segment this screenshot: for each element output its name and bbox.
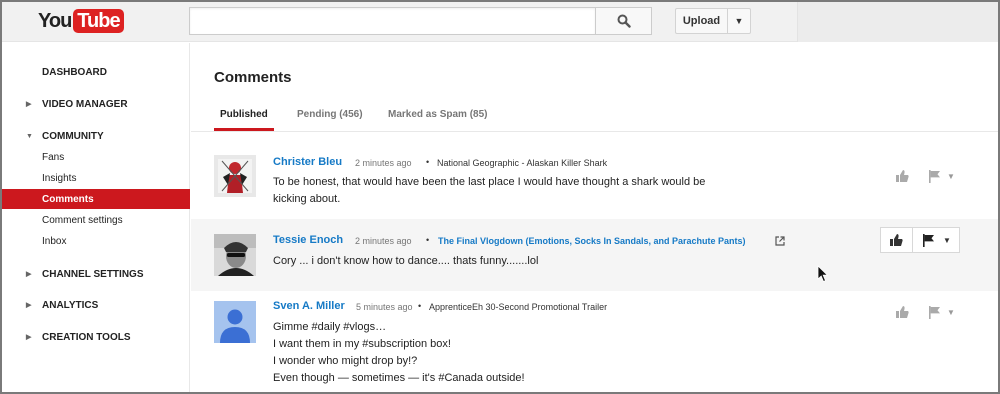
chevron-down-icon: ▼: [26, 132, 33, 140]
comment-timestamp[interactable]: 2 minutes ago: [355, 158, 412, 168]
chevron-down-icon: ▼: [734, 16, 744, 26]
tab-published[interactable]: Published: [220, 109, 268, 120]
comment-actions: ▼: [891, 165, 955, 187]
sidebar-section-channel-settings[interactable]: ▶ CHANNEL SETTINGS: [2, 264, 190, 284]
flag-icon: [922, 233, 934, 247]
avatar-image: [214, 155, 256, 197]
thumbs-up-icon: [895, 170, 909, 182]
sidebar-section-video-manager[interactable]: ▶ VIDEO MANAGER: [2, 94, 190, 114]
browser-frame: You Tube Upload ▼ DASHBOARD ▶ VIDEO MANA…: [0, 0, 1000, 394]
comment-row-hovered: Tessie Enoch 2 minutes ago • The Final V…: [191, 219, 836, 291]
flag-icon: [928, 305, 940, 319]
sidebar-item-fans[interactable]: Fans: [2, 147, 190, 167]
comment-author-link[interactable]: Christer Bleu: [273, 156, 342, 168]
separator-dot: •: [426, 235, 430, 245]
separator-dot: •: [426, 157, 430, 167]
avatar-image: [214, 234, 256, 276]
separator-dot: •: [418, 301, 422, 311]
sidebar-item-insights[interactable]: Insights: [2, 168, 190, 188]
comment-actions: ▼: [891, 301, 955, 323]
search-button[interactable]: [595, 7, 652, 35]
default-avatar-image: [214, 301, 256, 343]
comment-row: Sven A. Miller 5 minutes ago • Apprentic…: [191, 291, 998, 392]
page-title: Comments: [214, 69, 292, 86]
sidebar-section-label: DASHBOARD: [42, 66, 107, 78]
chevron-right-icon: ▶: [26, 334, 32, 341]
flag-button[interactable]: [913, 228, 943, 252]
external-link-icon[interactable]: [775, 236, 785, 246]
logo-tube-text: Tube: [73, 9, 124, 33]
sidebar-section-label: CHANNEL SETTINGS: [42, 268, 144, 280]
masthead: You Tube Upload ▼: [2, 2, 998, 42]
like-button[interactable]: [891, 165, 913, 187]
sidebar-section-label: COMMUNITY: [42, 130, 104, 142]
like-button[interactable]: [891, 301, 913, 323]
avatar[interactable]: [214, 155, 256, 197]
thumbs-up-icon: [895, 306, 909, 318]
like-button[interactable]: [881, 228, 913, 252]
comment-actions-hover-area: ▼: [836, 219, 998, 291]
comment-video-title[interactable]: ApprenticeEh 30-Second Promotional Trail…: [429, 302, 607, 312]
sidebar-item-comments[interactable]: Comments: [2, 189, 190, 209]
comment-text: To be honest, that would have been the l…: [273, 176, 706, 205]
tabs-divider: [191, 131, 998, 132]
tab-pending[interactable]: Pending (456): [297, 109, 363, 120]
cursor-icon: [817, 265, 829, 283]
sidebar-section-dashboard[interactable]: DASHBOARD: [2, 62, 190, 82]
sidebar-item-inbox[interactable]: Inbox: [2, 231, 190, 251]
flag-icon: [928, 169, 940, 183]
comment-text: Cory ... i don't know how to dance.... t…: [273, 255, 539, 267]
logo-you-text: You: [38, 9, 72, 32]
comment-timestamp[interactable]: 5 minutes ago: [356, 302, 413, 312]
comment-video-link[interactable]: The Final Vlogdown (Emotions, Socks In S…: [438, 236, 746, 246]
sidebar-section-label: ANALYTICS: [42, 299, 99, 311]
avatar[interactable]: [214, 301, 256, 343]
comment-video-title[interactable]: National Geographic - Alaskan Killer Sha…: [437, 158, 607, 168]
main-content: Comments Published Pending (456) Marked …: [191, 43, 998, 392]
upload-button[interactable]: Upload: [675, 8, 727, 34]
sidebar: DASHBOARD ▶ VIDEO MANAGER ▼ COMMUNITY Fa…: [2, 43, 190, 392]
youtube-logo[interactable]: You Tube: [38, 9, 124, 33]
search-icon: [617, 14, 631, 28]
chevron-down-icon[interactable]: ▼: [943, 236, 951, 245]
sidebar-item-comment-settings[interactable]: Comment settings: [2, 210, 190, 230]
search-input[interactable]: [189, 7, 596, 35]
chevron-right-icon: ▶: [26, 302, 32, 309]
sidebar-section-label: VIDEO MANAGER: [42, 98, 128, 110]
comment-text: Gimme #daily #vlogs… I want them in my #…: [273, 321, 525, 384]
flag-button[interactable]: [923, 301, 945, 323]
sidebar-section-creation-tools[interactable]: ▶ CREATION TOOLS: [2, 327, 190, 347]
comment-timestamp[interactable]: 2 minutes ago: [355, 236, 412, 246]
comment-actions-hovered: ▼: [880, 227, 960, 253]
tab-marked-as-spam[interactable]: Marked as Spam (85): [388, 109, 488, 120]
sidebar-section-community[interactable]: ▼ COMMUNITY: [2, 126, 190, 146]
avatar[interactable]: [214, 234, 256, 276]
comment-author-link[interactable]: Sven A. Miller: [273, 300, 345, 312]
comment-author-link[interactable]: Tessie Enoch: [273, 234, 343, 246]
upload-dropdown-button[interactable]: ▼: [727, 8, 751, 34]
flag-button[interactable]: [923, 165, 945, 187]
header-user-area: [797, 2, 998, 42]
thumbs-up-icon: [890, 234, 903, 246]
chevron-right-icon: ▶: [26, 101, 32, 108]
sidebar-section-label: CREATION TOOLS: [42, 331, 131, 343]
chevron-right-icon: ▶: [26, 271, 32, 278]
chevron-down-icon[interactable]: ▼: [947, 308, 955, 317]
comment-row: Christer Bleu 2 minutes ago • National G…: [191, 141, 998, 219]
sidebar-section-analytics[interactable]: ▶ ANALYTICS: [2, 295, 190, 315]
chevron-down-icon[interactable]: ▼: [947, 172, 955, 181]
